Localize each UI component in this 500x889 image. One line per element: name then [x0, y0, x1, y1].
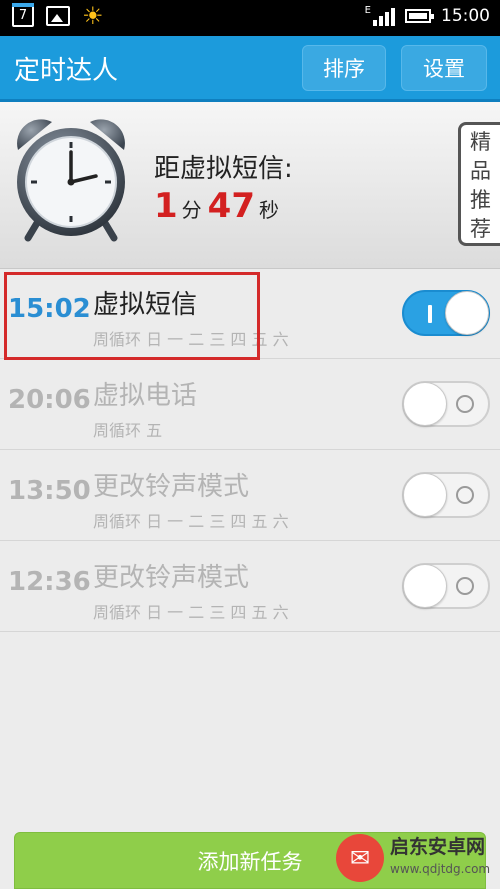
sun-icon: ☀: [82, 2, 104, 30]
countdown-minutes: 1: [154, 186, 178, 226]
task-title: 更改铃声模式: [93, 563, 250, 593]
task-toggle-switch[interactable]: [402, 290, 490, 336]
calendar-icon: 7: [12, 3, 34, 27]
countdown-seconds: 47: [207, 186, 255, 226]
task-repeat: 周循环 五: [93, 421, 163, 440]
toggle-off-icon: [456, 486, 474, 504]
alarm-clock-icon: [17, 119, 125, 242]
task-time: 20:06: [8, 385, 91, 415]
task-time: 13:50: [8, 476, 91, 506]
countdown-value: 1 分 47 秒: [154, 186, 285, 226]
task-row[interactable]: 20:06 虚拟电话 周循环 五: [0, 359, 500, 450]
featured-tab-char: 荐: [470, 217, 491, 241]
task-toggle-switch[interactable]: [402, 381, 490, 427]
task-row[interactable]: 12:36 更改铃声模式 周循环 日 一 二 三 四 五 六: [0, 541, 500, 632]
task-time: 12:36: [8, 567, 91, 597]
task-repeat: 周循环 日 一 二 三 四 五 六: [93, 330, 289, 349]
countdown-header: 距虚拟短信: 1 分 47 秒: [0, 102, 500, 269]
signal-icon: E: [365, 6, 395, 26]
toggle-knob: [403, 564, 447, 608]
featured-tab-char: 推: [470, 188, 491, 212]
status-bar: 7 ☀ E 15:00: [0, 0, 500, 36]
status-time: 15:00: [441, 6, 490, 26]
toggle-knob: [403, 473, 447, 517]
minutes-unit: 分: [181, 198, 202, 222]
app-bar: 定时达人 排序 设置: [0, 36, 500, 102]
watermark-logo-icon: ✉: [336, 834, 384, 882]
app-title: 定时达人: [14, 56, 119, 86]
toggle-knob: [403, 382, 447, 426]
task-time: 15:02: [8, 294, 91, 324]
task-toggle-switch[interactable]: [402, 563, 490, 609]
toggle-on-icon: [428, 305, 432, 323]
photo-icon: [46, 6, 70, 26]
toggle-off-icon: [456, 577, 474, 595]
battery-icon: [405, 9, 434, 23]
toggle-knob: [445, 291, 489, 335]
task-repeat: 周循环 日 一 二 三 四 五 六: [93, 512, 289, 531]
watermark-name: 启东安卓网: [390, 836, 486, 858]
watermark-url: www.qdjtdg.com: [390, 862, 491, 876]
task-toggle-switch[interactable]: [402, 472, 490, 518]
settings-button[interactable]: 设置: [401, 45, 487, 91]
task-title: 虚拟电话: [93, 381, 198, 411]
featured-tab-char: 品: [470, 159, 491, 183]
toggle-off-icon: [456, 395, 474, 413]
seconds-unit: 秒: [259, 198, 279, 222]
task-row[interactable]: 15:02 虚拟短信 周循环 日 一 二 三 四 五 六: [0, 268, 500, 359]
featured-recommendations-tab[interactable]: 精 品 推 荐: [458, 122, 500, 246]
countdown-label: 距虚拟短信:: [154, 154, 293, 184]
task-title: 更改铃声模式: [93, 472, 250, 502]
featured-tab-char: 精: [470, 130, 491, 154]
task-row[interactable]: 13:50 更改铃声模式 周循环 日 一 二 三 四 五 六: [0, 450, 500, 541]
task-title: 虚拟短信: [93, 290, 198, 320]
sort-button[interactable]: 排序: [302, 45, 386, 91]
site-watermark: ✉ 启东安卓网 www.qdjtdg.com: [330, 827, 500, 889]
network-type-label: E: [364, 5, 371, 16]
task-repeat: 周循环 日 一 二 三 四 五 六: [93, 603, 289, 622]
